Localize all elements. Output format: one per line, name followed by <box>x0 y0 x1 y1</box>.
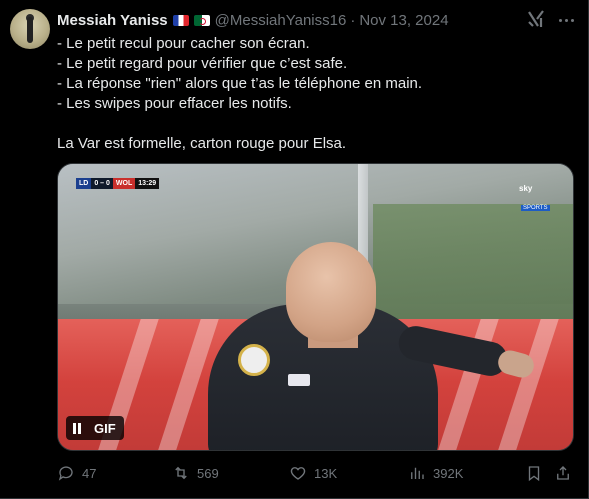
reply-count: 47 <box>82 465 97 481</box>
scorebug-score: 0 – 0 <box>91 178 113 189</box>
separator-dot: · <box>350 11 356 29</box>
pause-icon <box>72 422 82 434</box>
gif-media[interactable]: LD 0 – 0 WOL 13:29 skySPORTS GIF <box>57 163 574 451</box>
grok-icon[interactable] <box>526 9 546 29</box>
like-count: 13K <box>314 465 338 481</box>
scorebug-time: 13:29 <box>135 178 160 189</box>
share-button[interactable] <box>554 463 572 483</box>
action-bar: 47 569 13K 392K <box>57 463 577 483</box>
repost-button[interactable]: 569 <box>172 463 219 483</box>
avatar[interactable] <box>10 9 50 49</box>
tweet-date[interactable]: Nov 13, 2024 <box>359 12 448 29</box>
scorebug: LD 0 – 0 WOL 13:29 <box>76 178 160 189</box>
author-handle[interactable]: @MessiahYaniss16 <box>215 12 347 29</box>
tweet-closing-line: La Var est formelle, carton rouge pour E… <box>57 135 347 152</box>
bookmark-icon <box>528 466 540 482</box>
sky-sports-logo: skySPORTS <box>519 184 550 211</box>
tweet-line: - Le petit regard pour vérifier que c’es… <box>57 55 348 72</box>
views-count: 392K <box>433 465 464 481</box>
tweet-line: - Le petit recul pour cacher son écran. <box>57 35 310 52</box>
flag-algeria-icon <box>193 14 210 26</box>
heart-icon <box>290 467 306 480</box>
scorebug-team2: WOL <box>112 178 136 189</box>
repost-icon <box>175 466 187 480</box>
tweet-line: - Les swipes pour effacer les notifs. <box>57 95 292 112</box>
author-name[interactable]: Messiah Yaniss <box>57 12 168 29</box>
reply-button[interactable]: 47 <box>57 463 96 483</box>
share-icon <box>557 466 569 480</box>
referee-badge-icon <box>238 344 270 376</box>
gif-label: GIF <box>94 420 116 436</box>
tweet-line: - La réponse "rien" alors que t’as le té… <box>57 75 423 92</box>
analytics-icon <box>411 467 424 479</box>
views-button[interactable]: 392K <box>408 463 463 483</box>
gif-pause-button[interactable]: GIF <box>66 416 124 440</box>
scorebug-team1: LD <box>76 178 92 189</box>
tweet-text: - Le petit recul pour cacher son écran. … <box>57 34 577 154</box>
tweet-header: Messiah Yaniss @MessiahYaniss16 · Nov 13… <box>57 10 449 30</box>
reply-icon <box>58 466 73 481</box>
flag-france-icon <box>172 14 189 26</box>
like-button[interactable]: 13K <box>289 463 337 483</box>
repost-count: 569 <box>197 465 219 481</box>
bookmark-button[interactable] <box>525 463 543 483</box>
more-options-icon[interactable] <box>555 10 577 30</box>
